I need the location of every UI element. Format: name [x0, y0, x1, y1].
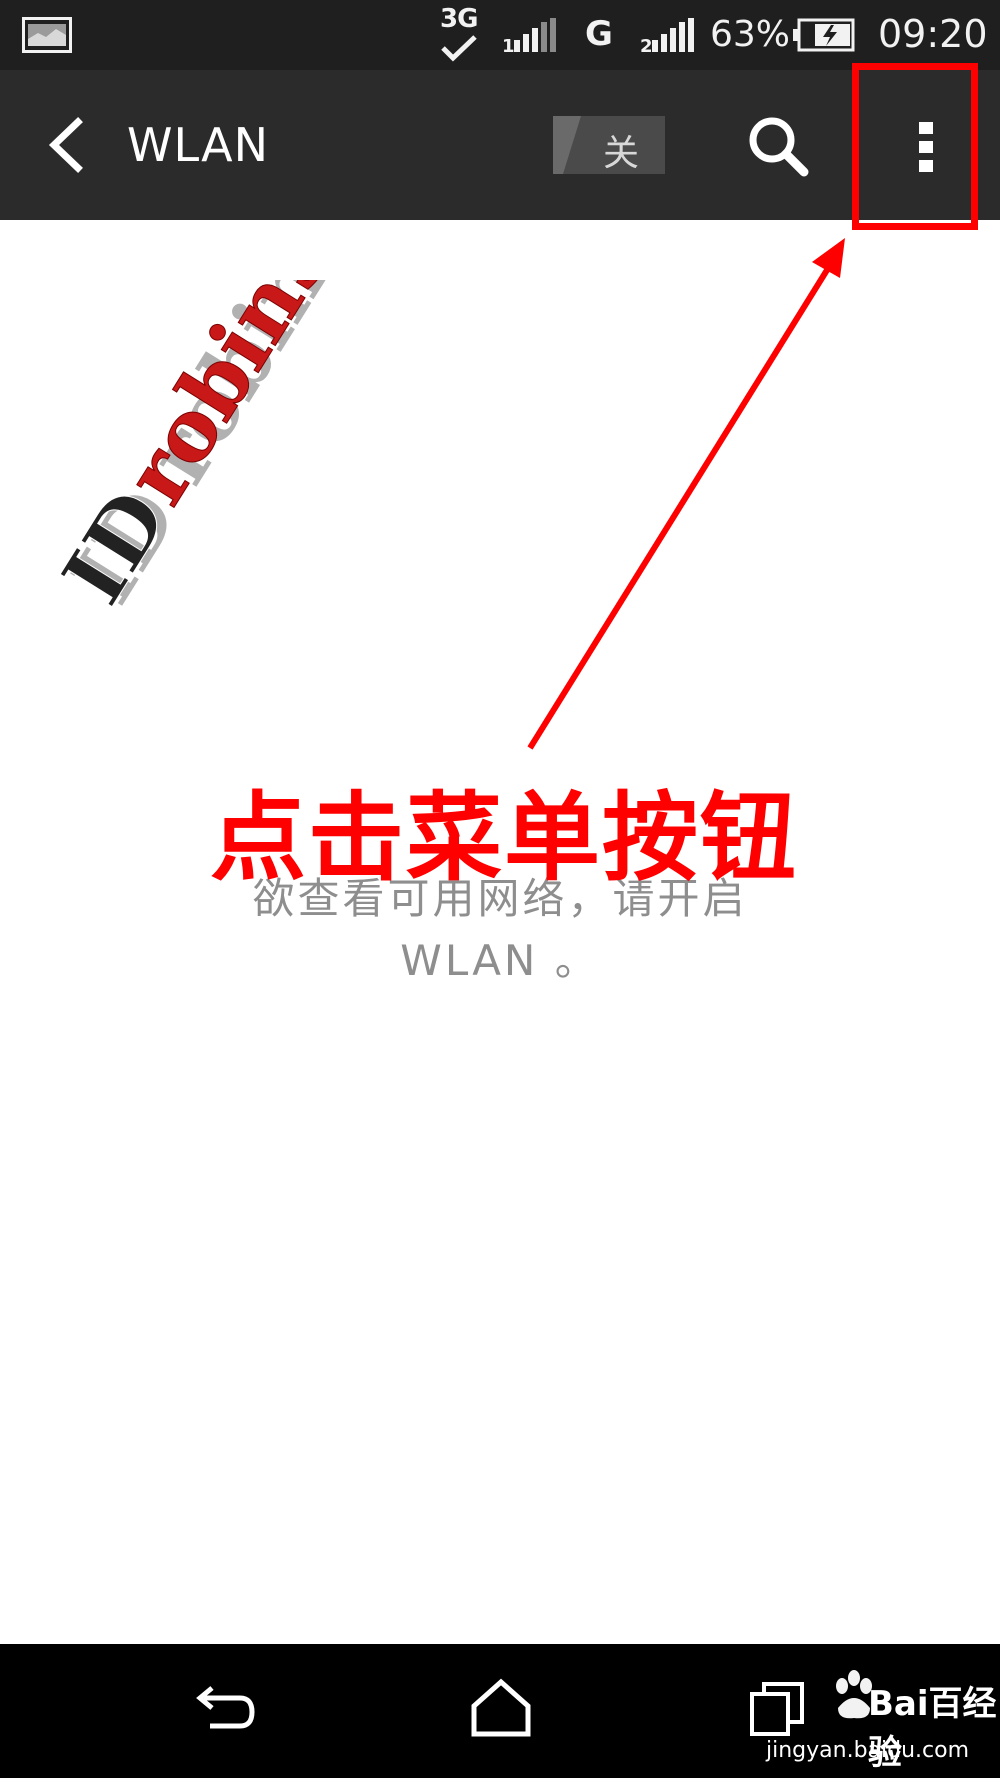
clock: 09:20 [878, 12, 988, 56]
watermark: ID robin553 ID robin553 [43, 280, 439, 621]
action-bar: WLAN 关 [0, 70, 1000, 220]
annotation-highlight-box [852, 63, 978, 230]
empty-message-line-2: WLAN 。 [400, 936, 600, 985]
battery-charging-icon [793, 18, 855, 52]
nav-back-icon[interactable] [188, 1674, 262, 1748]
toggle-label: 关 [603, 133, 640, 174]
signal-2-icon: 2 [640, 18, 694, 54]
svg-text:robin553: robin553 [106, 280, 416, 521]
screen: 3G 1 G 2 63% 09:20 WLAN 关 欲查看可用网络，请开启 WL… [0, 0, 1000, 1778]
svg-text:2: 2 [640, 36, 653, 54]
signal-icon: 1 [502, 18, 556, 54]
search-icon[interactable] [742, 110, 816, 184]
page-title: WLAN [127, 118, 270, 172]
3g-sync-icon: 3G [436, 4, 482, 64]
battery-percent: 63% [710, 14, 791, 55]
baidu-url: jingyan.baidu.com [766, 1738, 970, 1763]
status-bar: 3G 1 G 2 63% 09:20 [0, 0, 1000, 70]
nav-home-icon[interactable] [464, 1672, 538, 1746]
wlan-toggle[interactable]: 关 [553, 116, 665, 174]
navigation-bar: Bai百经验 jingyan.baidu.com [0, 1644, 1000, 1778]
svg-text:1: 1 [502, 36, 515, 54]
network-g-label: G [585, 14, 613, 54]
nav-recent-icon[interactable] [748, 1678, 808, 1740]
network-type-label: 3G [440, 4, 478, 34]
toggle-thumb [553, 116, 581, 174]
back-arrow-icon[interactable] [30, 110, 100, 180]
annotation-instruction: 点击菜单按钮 [210, 781, 798, 894]
gallery-icon [22, 17, 72, 53]
